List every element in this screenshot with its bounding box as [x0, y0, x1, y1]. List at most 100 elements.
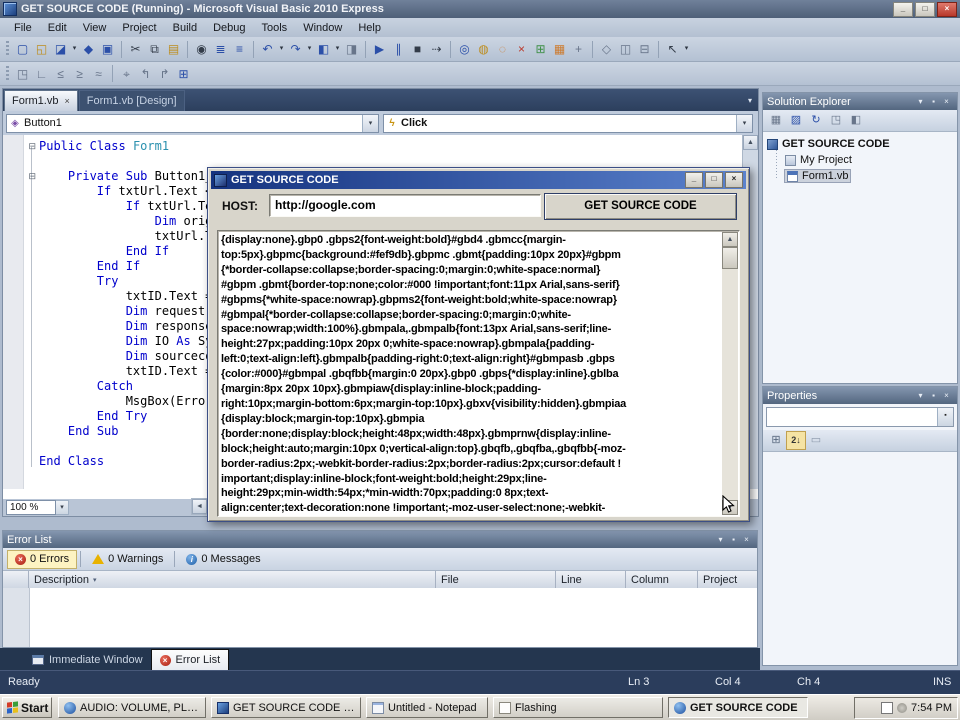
- column-header-file[interactable]: File: [436, 571, 556, 588]
- collapse-box-icon[interactable]: [3, 184, 39, 199]
- comment-icon[interactable]: ≣: [211, 39, 230, 59]
- collapse-box-icon[interactable]: [3, 349, 39, 364]
- errors-filter-button[interactable]: × 0 Errors: [7, 549, 78, 569]
- show-all-files-icon[interactable]: ▨: [786, 111, 806, 130]
- scroll-up-icon[interactable]: ▲: [722, 232, 738, 247]
- menu-item[interactable]: Build: [165, 20, 205, 36]
- tray-app-icon[interactable]: [881, 701, 894, 714]
- dialog-title-bar[interactable]: GET SOURCE CODE _ □ ×: [211, 171, 746, 189]
- next-bookmark-icon[interactable]: ↱: [155, 64, 174, 84]
- source-code-text[interactable]: {display:none}.gbp0 .gbps2{font-weight:b…: [221, 233, 720, 514]
- collapse-box-icon[interactable]: [3, 274, 39, 289]
- refresh-icon[interactable]: ↻: [806, 111, 826, 130]
- collapse-box-icon[interactable]: ⊟: [3, 169, 39, 184]
- categorized-icon[interactable]: ⊞: [766, 431, 786, 450]
- collapse-box-icon[interactable]: [3, 229, 39, 244]
- warnings-filter-button[interactable]: 0 Warnings: [84, 550, 171, 569]
- scroll-left-icon[interactable]: ◄: [192, 499, 207, 514]
- prev-bookmark-icon[interactable]: ↰: [136, 64, 155, 84]
- close-panel-icon[interactable]: ×: [740, 535, 753, 544]
- collapse-box-icon[interactable]: [3, 454, 39, 469]
- pointer-caret-icon[interactable]: ▾: [682, 39, 691, 59]
- add-item-caret-icon[interactable]: ▾: [70, 39, 79, 59]
- collapse-box-icon[interactable]: [3, 199, 39, 214]
- redo-icon[interactable]: ↷: [286, 39, 305, 59]
- indent-more-icon[interactable]: ≥: [70, 64, 89, 84]
- properties-object-dropdown[interactable]: ▪: [766, 407, 954, 427]
- tab-close-icon[interactable]: ×: [64, 96, 69, 106]
- chevron-down-icon[interactable]: ▾: [736, 114, 752, 132]
- stop-debug-icon[interactable]: ■: [408, 39, 427, 59]
- collapse-box-icon[interactable]: [3, 304, 39, 319]
- collapse-box-icon[interactable]: [3, 439, 39, 454]
- chevron-down-icon[interactable]: ▪: [937, 408, 953, 426]
- close-panel-icon[interactable]: ×: [940, 97, 953, 106]
- zoom-caret-icon[interactable]: ▾: [56, 500, 69, 515]
- paste-icon[interactable]: ▤: [164, 39, 183, 59]
- menu-item[interactable]: File: [6, 20, 40, 36]
- collapse-box-icon[interactable]: [3, 154, 39, 169]
- outline-icon[interactable]: ∟: [32, 64, 51, 84]
- tab-immediate-window[interactable]: Immediate Window: [24, 650, 151, 670]
- start-button[interactable]: Start: [2, 697, 52, 718]
- tree-item-project[interactable]: GET SOURCE CODE: [767, 136, 957, 152]
- collapse-box-icon[interactable]: [3, 379, 39, 394]
- tray-clock-icon[interactable]: [897, 702, 908, 713]
- scrollbar-thumb[interactable]: [722, 247, 738, 269]
- column-header-description[interactable]: Description ▾: [29, 571, 436, 588]
- messages-filter-button[interactable]: i 0 Messages: [178, 550, 268, 569]
- float-window-icon[interactable]: ◫: [616, 39, 635, 59]
- start-debug-icon[interactable]: ▶: [370, 39, 389, 59]
- menu-item[interactable]: Tools: [254, 20, 296, 36]
- pointer-icon[interactable]: ↖: [663, 39, 682, 59]
- host-input[interactable]: http://google.com: [269, 194, 541, 217]
- redo-caret-icon[interactable]: ▾: [305, 39, 314, 59]
- bookmark-icon[interactable]: ⌖: [117, 64, 136, 84]
- dialog-vertical-scrollbar[interactable]: ▲ ▼: [722, 232, 738, 515]
- copy-icon[interactable]: ⧉: [145, 39, 164, 59]
- alphabetical-sort-icon[interactable]: 2↓: [786, 431, 806, 450]
- auto-hide-pin-icon[interactable]: ▪: [727, 535, 740, 544]
- toolbar-grip[interactable]: [6, 41, 9, 57]
- navigate-caret-icon[interactable]: ▾: [333, 39, 342, 59]
- menu-item[interactable]: Debug: [205, 20, 253, 36]
- event-dropdown[interactable]: ϟ Click ▾: [383, 113, 753, 133]
- compare-icon[interactable]: ◇: [597, 39, 616, 59]
- menu-item[interactable]: Window: [295, 20, 350, 36]
- find-symbol-icon[interactable]: ◉: [192, 39, 211, 59]
- tab-form1-vb[interactable]: Form1.vb ×: [4, 90, 78, 111]
- add-item-icon[interactable]: ◪: [51, 39, 70, 59]
- tree-item-form1-vb[interactable]: Form1.vb: [767, 168, 957, 184]
- save-all-icon[interactable]: ▣: [98, 39, 117, 59]
- break-all-icon[interactable]: ∥: [389, 39, 408, 59]
- property-pages-icon[interactable]: ▭: [806, 431, 826, 450]
- indent-less-icon[interactable]: ≤: [51, 64, 70, 84]
- window-position-caret-icon[interactable]: ▾: [914, 97, 927, 106]
- menu-item[interactable]: View: [75, 20, 115, 36]
- new-project-icon[interactable]: ▢: [13, 39, 32, 59]
- window-position-caret-icon[interactable]: ▾: [714, 535, 727, 544]
- collapse-box-icon[interactable]: [3, 364, 39, 379]
- minimize-button[interactable]: _: [685, 172, 703, 188]
- dock-window-icon[interactable]: ⊟: [635, 39, 654, 59]
- view-code-icon[interactable]: ◳: [826, 111, 846, 130]
- column-header-column[interactable]: Column: [626, 571, 698, 588]
- properties-icon[interactable]: ▦: [766, 111, 786, 130]
- collapse-box-icon[interactable]: [3, 334, 39, 349]
- source-code-textbox[interactable]: {display:none}.gbp0 .gbps2{font-weight:b…: [217, 230, 740, 517]
- column-header-blank[interactable]: [3, 571, 29, 588]
- menu-item[interactable]: Project: [114, 20, 164, 36]
- object-dropdown[interactable]: ◈ Button1 ▾: [6, 113, 379, 133]
- delete-icon[interactable]: ×: [512, 39, 531, 59]
- undo-icon[interactable]: ↶: [258, 39, 277, 59]
- comment-block-icon[interactable]: ⊞: [174, 64, 193, 84]
- collapse-box-icon[interactable]: [3, 319, 39, 334]
- properties-window-icon[interactable]: ▦: [550, 39, 569, 59]
- auto-hide-pin-icon[interactable]: ▪: [927, 97, 940, 106]
- clock[interactable]: 7:54 PM: [911, 702, 952, 714]
- quick-replace-icon[interactable]: ◌: [493, 39, 512, 59]
- save-icon[interactable]: ◆: [79, 39, 98, 59]
- tab-error-list[interactable]: × Error List: [150, 649, 230, 670]
- taskbar-item[interactable]: GET SOURCE CODE: [668, 697, 808, 718]
- open-file-icon[interactable]: ◱: [32, 39, 51, 59]
